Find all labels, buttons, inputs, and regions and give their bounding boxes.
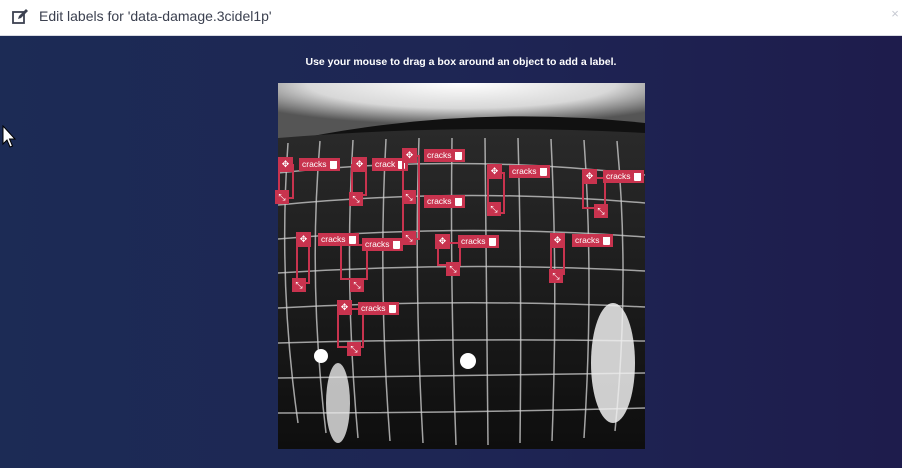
- label-tag[interactable]: cracks: [299, 158, 340, 171]
- delete-icon[interactable]: [488, 237, 496, 246]
- label-text: cracks: [302, 159, 327, 169]
- move-handle-icon[interactable]: ✥: [278, 157, 293, 172]
- delete-icon[interactable]: [602, 236, 610, 245]
- move-handle-icon[interactable]: ✥: [435, 234, 450, 249]
- resize-handle-icon[interactable]: ⤡: [347, 342, 361, 356]
- delete-icon[interactable]: [348, 235, 356, 244]
- label-tag[interactable]: cracks: [458, 235, 499, 248]
- label-text: crack: [375, 159, 396, 169]
- delete-icon[interactable]: [539, 167, 547, 176]
- label-tag[interactable]: cracks: [603, 170, 644, 183]
- resize-handle-icon[interactable]: ⤡: [349, 192, 363, 206]
- resize-handle-icon[interactable]: ⤡: [594, 204, 608, 218]
- label-tag[interactable]: cracks: [572, 234, 613, 247]
- panel-photo: [278, 83, 645, 449]
- resize-handle-icon[interactable]: ⤡: [446, 262, 460, 276]
- label-tag[interactable]: cracks: [358, 302, 399, 315]
- label-tag[interactable]: cracks: [424, 149, 465, 162]
- label-text: cracks: [361, 303, 386, 313]
- delete-icon[interactable]: [633, 172, 641, 181]
- move-handle-icon[interactable]: ✥: [296, 232, 311, 247]
- solar-panel-image[interactable]: [278, 83, 645, 449]
- resize-handle-icon[interactable]: ⤡: [487, 202, 501, 216]
- label-tag[interactable]: cracks: [362, 238, 403, 251]
- resize-handle-icon[interactable]: ⤡: [402, 231, 416, 245]
- label-tag[interactable]: cracks: [424, 195, 465, 208]
- dialog-title: Edit labels for 'data-damage.3cidel1p': [39, 8, 272, 24]
- resize-handle-icon[interactable]: ⤡: [350, 278, 364, 292]
- dialog-header: Edit labels for 'data-damage.3cidel1p' ×: [0, 0, 902, 36]
- move-handle-icon[interactable]: ✥: [337, 300, 352, 315]
- resize-handle-icon[interactable]: ⤡: [402, 190, 416, 204]
- label-text: cracks: [512, 166, 537, 176]
- label-text: cracks: [427, 150, 452, 160]
- label-text: cracks: [606, 171, 631, 181]
- move-handle-icon[interactable]: ✥: [487, 164, 502, 179]
- delete-icon[interactable]: [454, 151, 462, 160]
- resize-handle-icon[interactable]: ⤡: [549, 269, 563, 283]
- instructions-text: Use your mouse to drag a box around an o…: [305, 56, 617, 68]
- mouse-cursor-icon: [2, 125, 16, 148]
- label-text: cracks: [575, 235, 600, 245]
- resize-handle-icon[interactable]: ⤡: [275, 190, 289, 204]
- move-handle-icon[interactable]: ✥: [352, 157, 367, 172]
- move-handle-icon[interactable]: ✥: [550, 233, 565, 248]
- resize-handle-icon[interactable]: ⤡: [292, 278, 306, 292]
- close-icon[interactable]: ×: [888, 4, 902, 24]
- edit-icon: [12, 9, 28, 24]
- move-handle-icon[interactable]: ✥: [402, 148, 417, 163]
- label-text: cracks: [365, 239, 390, 249]
- delete-icon[interactable]: [454, 197, 462, 206]
- move-handle-icon[interactable]: ✥: [582, 169, 597, 184]
- delete-icon[interactable]: [329, 160, 337, 169]
- label-text: cracks: [427, 196, 452, 206]
- delete-icon[interactable]: [388, 304, 396, 313]
- label-tag[interactable]: cracks: [509, 165, 550, 178]
- label-text: cracks: [461, 236, 486, 246]
- delete-icon[interactable]: [392, 240, 400, 249]
